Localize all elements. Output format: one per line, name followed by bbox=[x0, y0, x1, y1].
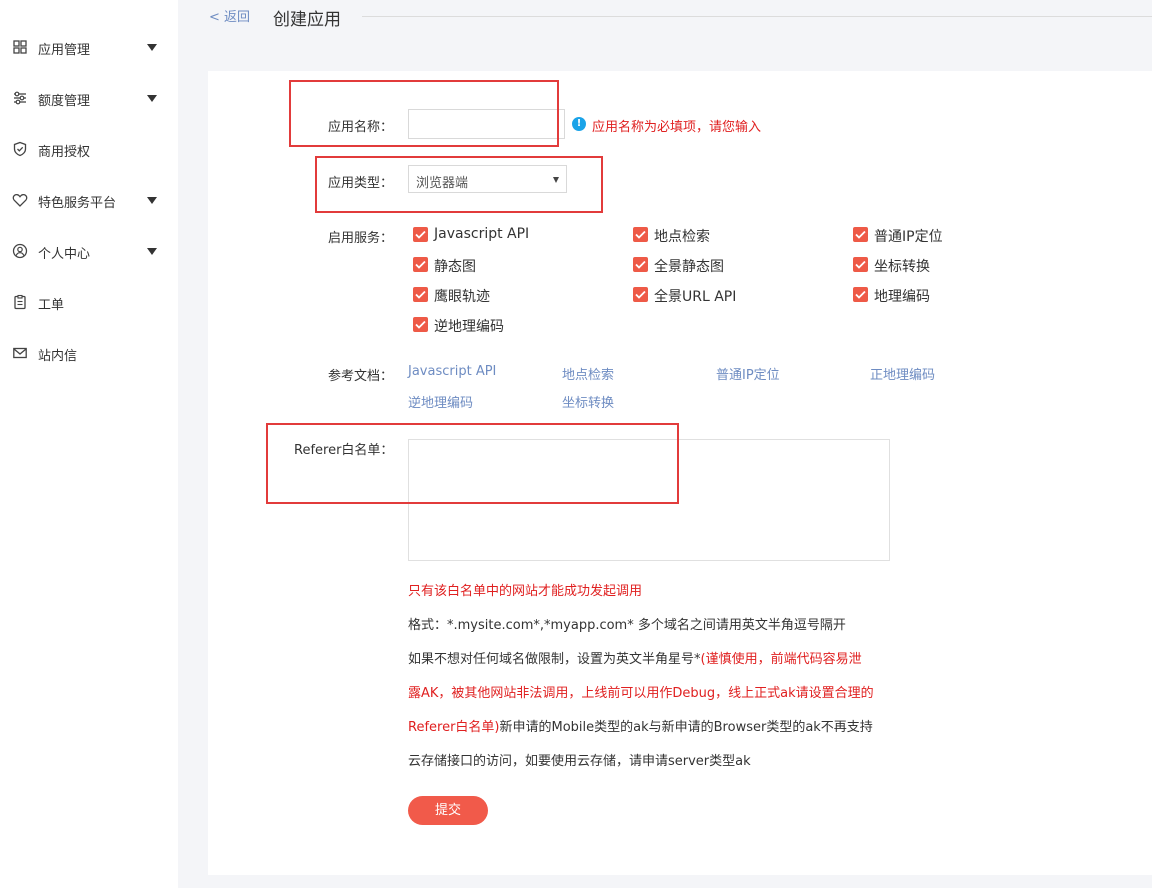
services-label: 启用服务： bbox=[328, 231, 394, 246]
service-label: 地理编码 bbox=[874, 289, 930, 305]
heart-tag-icon bbox=[12, 192, 28, 208]
doc-link-coord-convert[interactable]: 坐标转换 bbox=[562, 392, 614, 411]
check-icon bbox=[413, 227, 428, 242]
caret-down-icon bbox=[147, 197, 157, 204]
header-divider bbox=[362, 16, 1152, 17]
sidebar-item-personal-center[interactable]: 个人中心 bbox=[0, 238, 178, 264]
highlight-box-app-type bbox=[315, 156, 603, 213]
mail-icon bbox=[12, 345, 28, 361]
check-icon bbox=[633, 257, 648, 272]
sidebar-item-inbox[interactable]: 站内信 bbox=[0, 340, 178, 366]
caret-down-icon bbox=[147, 248, 157, 255]
back-link[interactable]: < 返回 bbox=[209, 6, 250, 25]
check-icon bbox=[413, 317, 428, 332]
caret-down-icon bbox=[147, 44, 157, 51]
app-name-error: 应用名称为必填项，请您输入 bbox=[592, 120, 762, 135]
check-icon bbox=[853, 227, 868, 242]
sidebar-item-label: 特色服务平台 bbox=[38, 196, 117, 211]
warning-icon: ! bbox=[572, 117, 586, 131]
doc-link-poi-search[interactable]: 地点检索 bbox=[562, 364, 614, 383]
note-warning-text: (谨慎使用，前端代码容易泄 bbox=[700, 652, 862, 667]
grid-icon bbox=[12, 39, 28, 55]
sidebar: 应用管理 额度管理 商用授权 特色服务平台 个人中心 工单 站内信 bbox=[0, 0, 178, 888]
service-label: 坐标转换 bbox=[874, 259, 930, 275]
check-icon bbox=[413, 287, 428, 302]
referer-note-6: 云存储接口的访问，如要使用云存储，请申请server类型ak bbox=[408, 754, 751, 769]
service-label: Javascript API bbox=[434, 226, 530, 242]
doc-link-geocoding[interactable]: 正地理编码 bbox=[870, 364, 935, 383]
check-icon bbox=[633, 227, 648, 242]
sidebar-item-featured-services[interactable]: 特色服务平台 bbox=[0, 187, 178, 213]
sidebar-item-commercial-auth[interactable]: 商用授权 bbox=[0, 136, 178, 162]
check-icon bbox=[853, 287, 868, 302]
check-icon bbox=[853, 257, 868, 272]
sidebar-item-label: 应用管理 bbox=[38, 43, 91, 58]
sidebar-item-label: 站内信 bbox=[38, 349, 78, 364]
service-label: 普通IP定位 bbox=[874, 229, 943, 245]
caret-down-icon bbox=[147, 95, 157, 102]
sidebar-item-label: 商用授权 bbox=[38, 145, 91, 160]
page-title: 创建应用 bbox=[273, 10, 341, 30]
clipboard-icon bbox=[12, 294, 28, 310]
check-icon bbox=[413, 257, 428, 272]
doc-link-reverse-geocoding[interactable]: 逆地理编码 bbox=[408, 392, 473, 411]
user-circle-icon bbox=[12, 243, 28, 259]
doc-link-ip-location[interactable]: 普通IP定位 bbox=[716, 364, 780, 383]
sidebar-item-work-order[interactable]: 工单 bbox=[0, 289, 178, 315]
service-label: 静态图 bbox=[434, 259, 476, 275]
referer-note-4: 露AK，被其他网站非法调用，上线前可以用作Debug，线上正式ak请设置合理的 bbox=[408, 686, 874, 701]
sidebar-item-label: 额度管理 bbox=[38, 94, 91, 109]
highlight-box-app-name bbox=[289, 80, 559, 147]
service-label: 全景URL API bbox=[654, 289, 737, 305]
service-label: 逆地理编码 bbox=[434, 319, 504, 335]
note-warning-text: Referer白名单) bbox=[408, 720, 500, 735]
referer-note-5: Referer白名单)新申请的Mobile类型的ak与新申请的Browser类型… bbox=[408, 716, 873, 735]
check-icon bbox=[633, 287, 648, 302]
sidebar-item-label: 工单 bbox=[38, 298, 65, 313]
doc-link-javascript-api[interactable]: Javascript API bbox=[408, 364, 496, 379]
referer-note-1: 只有该白名单中的网站才能成功发起调用 bbox=[408, 584, 643, 599]
service-label: 鹰眼轨迹 bbox=[434, 289, 490, 305]
docs-label: 参考文档： bbox=[328, 369, 394, 384]
referer-note-3: 如果不想对任何域名做限制，设置为英文半角星号*(谨慎使用，前端代码容易泄 bbox=[408, 648, 862, 667]
note-text: 新申请的Mobile类型的ak与新申请的Browser类型的ak不再支持 bbox=[499, 720, 873, 735]
sidebar-item-app-management[interactable]: 应用管理 bbox=[0, 34, 178, 60]
note-text: 如果不想对任何域名做限制，设置为英文半角星号* bbox=[408, 652, 701, 667]
sliders-icon bbox=[12, 90, 28, 106]
submit-button[interactable]: 提交 bbox=[408, 796, 488, 825]
referer-note-2: 格式：*.mysite.com*,*myapp.com* 多个域名之间请用英文半… bbox=[408, 618, 846, 633]
shield-check-icon bbox=[12, 141, 28, 157]
service-label: 地点检索 bbox=[654, 229, 710, 245]
sidebar-item-label: 个人中心 bbox=[38, 247, 91, 262]
service-label: 全景静态图 bbox=[654, 259, 724, 275]
highlight-box-referer bbox=[266, 423, 679, 504]
sidebar-item-quota-management[interactable]: 额度管理 bbox=[0, 85, 178, 111]
